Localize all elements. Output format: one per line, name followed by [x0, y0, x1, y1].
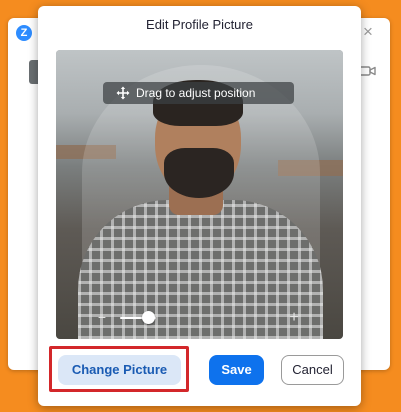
zoom-slider-thumb[interactable]: [142, 311, 155, 324]
save-button[interactable]: Save: [209, 355, 264, 385]
avatar: [29, 60, 38, 84]
zoom-out-icon[interactable]: −: [96, 310, 108, 324]
edit-profile-picture-dialog: Edit Profile Picture Drag to adjust posi…: [38, 6, 361, 406]
cancel-button[interactable]: Cancel: [281, 355, 344, 385]
move-arrows-icon: [116, 86, 130, 100]
drag-hint-label: Drag to adjust position: [103, 82, 294, 104]
zoom-logo-icon: Z: [16, 25, 32, 41]
change-picture-button[interactable]: Change Picture: [58, 355, 181, 385]
dialog-title: Edit Profile Picture: [146, 17, 253, 32]
close-icon[interactable]: ×: [360, 23, 376, 40]
photo-detail: [164, 148, 234, 198]
drag-hint-text: Drag to adjust position: [136, 86, 256, 100]
photo-crop-area[interactable]: Drag to adjust position − +: [56, 50, 343, 339]
zoom-in-icon[interactable]: +: [287, 310, 301, 326]
